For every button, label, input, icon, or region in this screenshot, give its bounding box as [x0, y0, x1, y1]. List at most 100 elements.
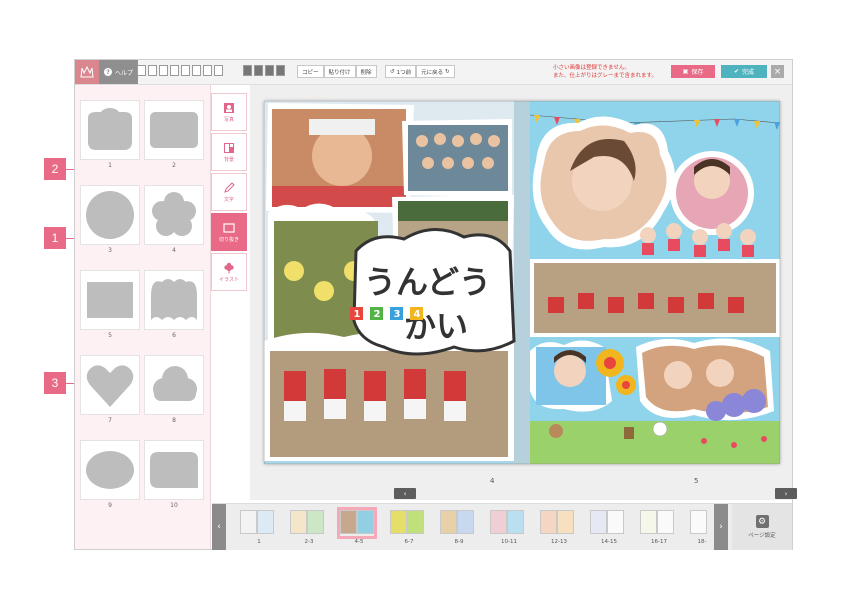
- square-shape-icon: [87, 282, 133, 318]
- shape-label: 6: [172, 332, 176, 339]
- thumb-page-10-11[interactable]: [490, 510, 524, 536]
- thumb-page-4-5[interactable]: [337, 507, 377, 539]
- layer-tools: [243, 65, 285, 79]
- bring-forward-icon[interactable]: [254, 65, 263, 76]
- photo-tug-of-war: [530, 259, 780, 337]
- close-button[interactable]: ×: [771, 65, 784, 78]
- shape-square[interactable]: [80, 270, 140, 330]
- thumb-label: 12-13: [551, 539, 567, 545]
- shape-panel: 1 2 3 4 5 6 7 8 9 10: [75, 85, 211, 549]
- shape-ellipse[interactable]: [80, 440, 140, 500]
- shape-label: 9: [108, 502, 112, 509]
- notice-line-2: また、仕上がりはグレーまで含まれます。: [553, 73, 657, 79]
- chevron-right-icon: ›: [719, 522, 723, 532]
- help-icon: ?: [104, 68, 112, 76]
- align-right-icon[interactable]: [159, 65, 168, 76]
- flower-shape-icon: [152, 192, 196, 236]
- tab-shape-icon: [150, 452, 198, 488]
- tab-background-label: 背景: [223, 156, 234, 163]
- thumb-page-16-17[interactable]: [640, 510, 674, 536]
- align-center-icon[interactable]: [148, 65, 157, 76]
- save-button[interactable]: ▣ 保存: [671, 65, 715, 78]
- distribute-vertical-icon[interactable]: [214, 65, 223, 76]
- badge-2: 2: [374, 309, 381, 320]
- undo-button[interactable]: ↺ 1つ前: [385, 65, 417, 78]
- thumb-label: 6-7: [404, 539, 414, 545]
- pencil-icon: [224, 181, 235, 193]
- shape-label: 2: [172, 162, 176, 169]
- align-middle-icon[interactable]: [181, 65, 190, 76]
- shape-label: 1: [108, 162, 112, 169]
- shape-label: 7: [108, 417, 112, 424]
- align-left-icon[interactable]: [137, 65, 146, 76]
- toolbar: ? ヘルプ コピー 貼り付け 削除 ↺ 1つ前 元に戻る ↻ 小さい画像は登録で…: [75, 60, 792, 85]
- thumb-label: 10-11: [501, 539, 517, 545]
- tab-illustration[interactable]: イラスト: [211, 253, 247, 291]
- prev-page-button[interactable]: ‹: [394, 488, 416, 499]
- undo-label: 1つ前: [396, 69, 412, 76]
- thumb-page-8-9[interactable]: [440, 510, 474, 536]
- shape-label: 8: [172, 417, 176, 424]
- thumb-label: 2-3: [304, 539, 314, 545]
- filmstrip-next-button[interactable]: ›: [714, 504, 728, 550]
- align-top-icon[interactable]: [170, 65, 179, 76]
- shape-label: 10: [170, 502, 178, 509]
- badge-4: 4: [414, 309, 421, 320]
- tab-text-label: 文字: [223, 196, 234, 203]
- shape-scallop[interactable]: [144, 270, 204, 330]
- spread-artwork: うんどう かい 1 2 3 4: [264, 101, 780, 464]
- tab-crop[interactable]: 切り抜き: [211, 213, 247, 251]
- photo-boy-sky-frame: [530, 340, 612, 412]
- align-tools: [137, 65, 223, 79]
- filmstrip-prev-button[interactable]: ‹: [212, 504, 226, 550]
- redo-button[interactable]: 元に戻る ↻: [416, 65, 455, 78]
- shape-tab[interactable]: [144, 440, 204, 500]
- thumb-page-12-13[interactable]: [540, 510, 574, 536]
- tab-photo[interactable]: 写真: [211, 93, 247, 131]
- tab-photo-label: 写真: [223, 116, 234, 123]
- align-bottom-icon[interactable]: [192, 65, 201, 76]
- tab-text[interactable]: 文字: [211, 173, 247, 211]
- thumb-page-14-15[interactable]: [590, 510, 624, 536]
- shape-rounded-rect[interactable]: [144, 100, 204, 160]
- history-tools: ↺ 1つ前 元に戻る ↻: [385, 65, 455, 79]
- notice-line-1: 小さい画像は登録できません。: [553, 65, 630, 71]
- callout-3: 3: [44, 372, 66, 394]
- redo-icon: ↻: [445, 68, 450, 75]
- background-icon: [224, 142, 234, 153]
- help-button[interactable]: ? ヘルプ: [99, 60, 139, 84]
- page-settings-label: ページ設定: [748, 533, 776, 539]
- delete-button[interactable]: 削除: [355, 65, 377, 78]
- photo-students-seated: [402, 119, 512, 197]
- thumb-page-2-3[interactable]: [290, 510, 324, 536]
- page-spread[interactable]: うんどう かい 1 2 3 4: [264, 101, 780, 464]
- app-logo-icon: [75, 60, 99, 84]
- tab-background[interactable]: 背景: [211, 133, 247, 171]
- callout-2: 2: [44, 158, 66, 180]
- done-button[interactable]: ✔ 完成: [721, 65, 767, 78]
- shape-flower[interactable]: [144, 185, 204, 245]
- save-label: 保存: [691, 69, 704, 76]
- shape-tulip-frame[interactable]: [80, 100, 140, 160]
- thumb-page-1[interactable]: [240, 510, 274, 536]
- shape-circle[interactable]: [80, 185, 140, 245]
- shape-heart[interactable]: [80, 355, 140, 415]
- check-icon: ✔: [733, 68, 739, 75]
- tab-crop-label: 切り抜き: [218, 236, 239, 243]
- next-page-button[interactable]: ›: [775, 488, 797, 499]
- copy-button[interactable]: コピー: [297, 65, 324, 78]
- ellipse-shape-icon: [86, 451, 134, 489]
- paste-button[interactable]: 貼り付け: [323, 65, 356, 78]
- send-back-icon[interactable]: [276, 65, 285, 76]
- thumb-page-6-7[interactable]: [390, 510, 424, 536]
- chevron-left-icon: ‹: [217, 522, 221, 532]
- distribute-icon[interactable]: [203, 65, 212, 76]
- shape-label: 3: [108, 247, 112, 254]
- badge-1: 1: [354, 309, 361, 320]
- shape-cloud[interactable]: [144, 355, 204, 415]
- image-notice: 小さい画像は登録できません。 また、仕上がりはグレーまで含まれます。: [553, 64, 657, 80]
- page-settings-button[interactable]: ⚙ ページ設定: [732, 504, 792, 550]
- send-backward-icon[interactable]: [265, 65, 274, 76]
- bring-front-icon[interactable]: [243, 65, 252, 76]
- thumb-page-18[interactable]: [690, 510, 707, 536]
